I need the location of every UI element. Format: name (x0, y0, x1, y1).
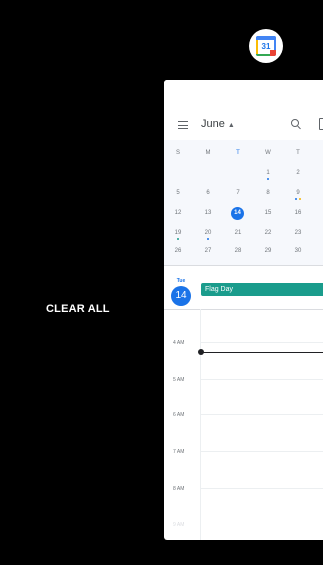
today-icon[interactable] (319, 118, 323, 130)
calendar-day[interactable]: 23 (287, 230, 309, 236)
calendar-day[interactable]: 26 (167, 248, 189, 254)
divider (164, 309, 323, 310)
calendar-day[interactable]: 30 (287, 248, 309, 254)
hour-gridline (201, 488, 323, 489)
event-dot (299, 198, 301, 200)
month-selector[interactable]: June ▲ (201, 118, 235, 130)
calendar-day[interactable]: 13 (197, 210, 219, 216)
weekday-label: W (265, 150, 271, 156)
hour-label: 9 AM (173, 522, 185, 528)
hour-gridline (201, 414, 323, 415)
weekday-label: T (296, 150, 300, 156)
event-dot (177, 238, 179, 240)
mini-month-calendar: S M T W T 1 2 5 6 7 8 9 12 13 14 15 16 1… (164, 140, 323, 265)
hour-label: 5 AM (173, 377, 185, 383)
calendar-day[interactable]: 28 (227, 248, 249, 254)
google-calendar-app-icon[interactable]: 31 (249, 29, 283, 63)
weekday-label: T (236, 150, 240, 156)
menu-icon[interactable] (178, 121, 188, 130)
event-dot (207, 238, 209, 240)
calendar-day[interactable]: 1 (257, 170, 279, 176)
calendar-day[interactable]: 5 (167, 190, 189, 196)
event-dot (267, 178, 269, 180)
hour-gridline (201, 342, 323, 343)
hour-gridline (201, 379, 323, 380)
calendar-day[interactable]: 9 (287, 190, 309, 196)
calendar-day[interactable]: 2 (287, 170, 309, 176)
calendar-day[interactable]: 6 (197, 190, 219, 196)
selected-date[interactable]: Tue 14 (164, 278, 198, 306)
clear-all-button[interactable]: CLEAR ALL (46, 303, 110, 315)
hour-gridline (201, 451, 323, 452)
calendar-app-card[interactable]: June ▲ S M T W T 1 2 5 6 7 8 9 12 13 14 1… (164, 80, 323, 540)
selected-date-weekday: Tue (176, 278, 186, 284)
calendar-day[interactable]: 20 (197, 230, 219, 236)
current-time-dot (198, 349, 204, 355)
calendar-day[interactable]: 8 (257, 190, 279, 196)
calendar-day[interactable]: 15 (257, 210, 279, 216)
chevron-up-icon: ▲ (227, 122, 235, 129)
time-column-divider (200, 309, 201, 540)
divider (164, 265, 323, 266)
current-time-line (201, 352, 323, 353)
calendar-day[interactable]: 27 (197, 248, 219, 254)
calendar-day[interactable]: 22 (257, 230, 279, 236)
hour-label: 8 AM (173, 486, 185, 492)
search-icon[interactable] (291, 119, 299, 127)
hour-label: 4 AM (173, 340, 185, 346)
event-dot (295, 198, 297, 200)
calendar-day[interactable]: 7 (227, 190, 249, 196)
weekday-label: S (175, 150, 180, 156)
calendar-day[interactable]: 16 (287, 210, 309, 216)
calendar-day[interactable]: 19 (167, 230, 189, 236)
selected-date-number: 14 (171, 286, 191, 306)
hour-label: 7 AM (173, 449, 185, 455)
calendar-day[interactable]: 12 (167, 210, 189, 216)
calendar-day[interactable]: 29 (257, 248, 279, 254)
calendar-icon: 31 (256, 36, 276, 56)
all-day-event[interactable]: Flag Day (201, 283, 323, 296)
hour-label: 6 AM (173, 412, 185, 418)
weekday-label: M (205, 150, 211, 156)
calendar-day[interactable]: 21 (227, 230, 249, 236)
calendar-day-today[interactable]: 14 (231, 207, 244, 220)
